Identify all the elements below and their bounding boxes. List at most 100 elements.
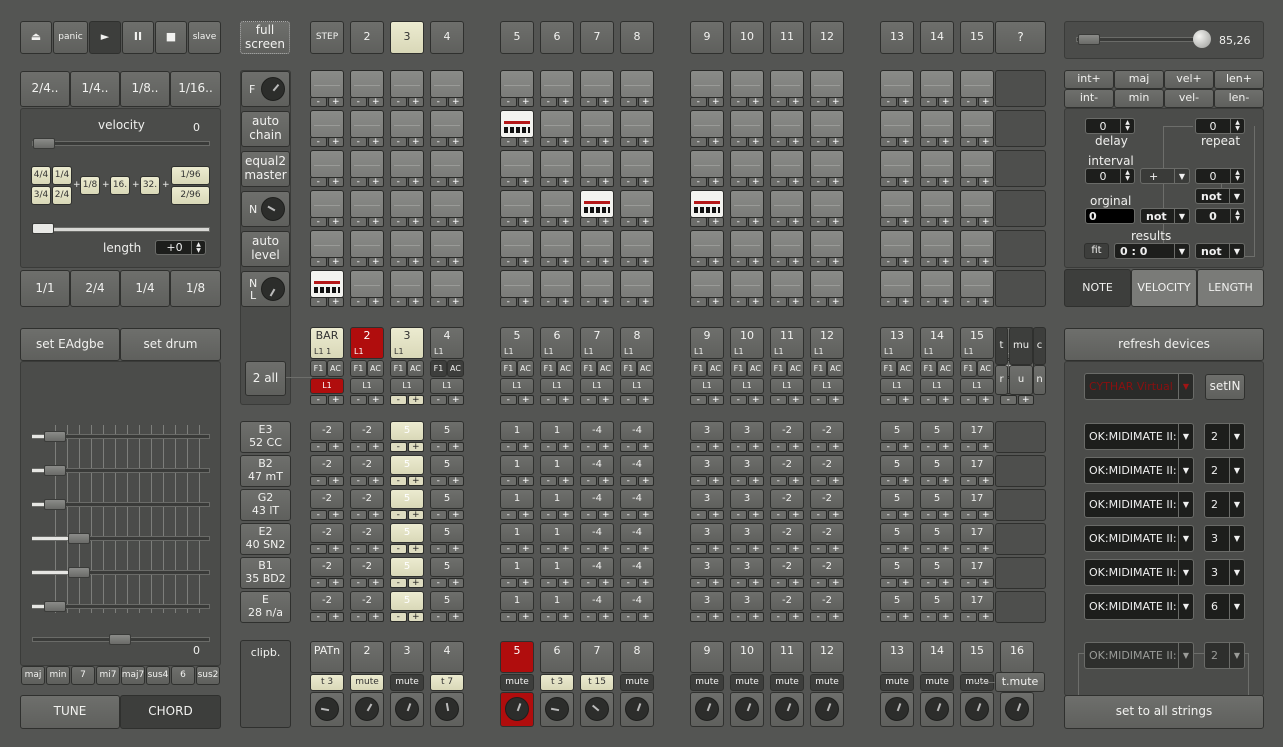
minus-button[interactable]: - bbox=[810, 257, 827, 267]
tempo-slider-thumb[interactable] bbox=[1078, 34, 1100, 45]
minus-button[interactable]: - bbox=[390, 297, 407, 307]
string-offset[interactable]: -4 bbox=[580, 557, 614, 577]
string-offset[interactable]: 5 bbox=[920, 489, 954, 509]
minus-button[interactable]: - bbox=[310, 612, 327, 622]
plus-button[interactable]: + bbox=[787, 257, 804, 267]
pattern-pad[interactable] bbox=[690, 270, 724, 298]
modifier-button[interactable]: int+ bbox=[1064, 70, 1114, 89]
string-offset[interactable]: 1 bbox=[500, 557, 534, 577]
string-offset[interactable]: 3 bbox=[730, 557, 764, 577]
string-offset[interactable]: 3 bbox=[690, 455, 724, 475]
pattern-mode[interactable]: mute bbox=[690, 674, 724, 691]
plus-button[interactable]: + bbox=[447, 442, 464, 452]
minus-button[interactable]: - bbox=[390, 612, 407, 622]
minus-button[interactable]: - bbox=[770, 578, 787, 588]
pattern-pad[interactable] bbox=[540, 270, 574, 298]
string-offset[interactable]: -4 bbox=[620, 591, 654, 611]
set-eadgbe-button[interactable]: set EAdgbe bbox=[20, 328, 120, 361]
plus-button[interactable]: + bbox=[897, 544, 914, 554]
n-knob-control[interactable]: N bbox=[241, 191, 290, 227]
string-offset[interactable]: -2 bbox=[770, 455, 804, 475]
minus-button[interactable]: - bbox=[770, 97, 787, 107]
spinner-arrows-icon[interactable]: ▲ ▼ bbox=[1230, 169, 1244, 183]
plus-button[interactable]: + bbox=[787, 395, 804, 405]
plus-button[interactable]: + bbox=[637, 137, 654, 147]
string-offset[interactable]: -2 bbox=[310, 523, 344, 543]
minus-button[interactable]: - bbox=[350, 476, 367, 486]
plus-button[interactable]: + bbox=[447, 297, 464, 307]
minus-button[interactable]: - bbox=[350, 612, 367, 622]
pattern-pad[interactable] bbox=[770, 270, 804, 298]
master-device-select[interactable]: OK:MIDIMATE II: ▼ bbox=[1084, 642, 1194, 669]
minus-button[interactable]: - bbox=[960, 297, 977, 307]
pattern-pad[interactable] bbox=[880, 70, 914, 98]
plus-button[interactable]: + bbox=[977, 257, 994, 267]
string-offset[interactable]: -2 bbox=[310, 455, 344, 475]
plus-button[interactable]: + bbox=[747, 257, 764, 267]
pattern-pad[interactable] bbox=[310, 230, 344, 258]
minus-button[interactable]: - bbox=[390, 578, 407, 588]
pattern-pad[interactable] bbox=[730, 190, 764, 218]
plus-button[interactable]: + bbox=[787, 544, 804, 554]
string-offset[interactable]: 1 bbox=[540, 489, 574, 509]
pattern-mode[interactable]: t 7 bbox=[430, 674, 464, 691]
volume-knob[interactable] bbox=[355, 697, 379, 721]
plus-button[interactable]: + bbox=[787, 476, 804, 486]
minus-button[interactable]: - bbox=[920, 510, 937, 520]
pattern-pad[interactable] bbox=[810, 270, 844, 298]
string-offset[interactable]: -2 bbox=[310, 489, 344, 509]
minus-button[interactable]: - bbox=[350, 97, 367, 107]
plus-button[interactable]: + bbox=[787, 217, 804, 227]
minus-button[interactable]: - bbox=[430, 177, 447, 187]
pattern-pad[interactable] bbox=[580, 150, 614, 178]
string-offset[interactable]: -2 bbox=[770, 421, 804, 441]
string-offset[interactable]: 17 bbox=[960, 557, 994, 577]
plus-button[interactable]: + bbox=[327, 177, 344, 187]
row-slot[interactable] bbox=[995, 190, 1046, 227]
pattern-pad[interactable] bbox=[960, 70, 994, 98]
plus-button[interactable]: + bbox=[707, 544, 724, 554]
string-device-select[interactable]: OK:MIDIMATE II: ▼ bbox=[1084, 457, 1194, 484]
f1-button[interactable]: F1 bbox=[500, 360, 517, 377]
plus-button[interactable]: + bbox=[787, 612, 804, 622]
ac-button[interactable]: AC bbox=[557, 360, 574, 377]
ac-button[interactable]: AC bbox=[937, 360, 954, 377]
minus-button[interactable]: - bbox=[540, 476, 557, 486]
plus-button[interactable]: + bbox=[707, 137, 724, 147]
string-channel-select[interactable]: 2 ▼ bbox=[1204, 457, 1245, 484]
plus-button[interactable]: + bbox=[407, 257, 424, 267]
ac-button[interactable]: AC bbox=[827, 360, 844, 377]
minus-button[interactable]: - bbox=[310, 137, 327, 147]
n-knob[interactable] bbox=[261, 197, 285, 221]
minus-button[interactable]: - bbox=[730, 257, 747, 267]
plus-button[interactable]: + bbox=[747, 578, 764, 588]
pattern-pad[interactable] bbox=[390, 150, 424, 178]
plus-button[interactable]: + bbox=[557, 510, 574, 520]
pattern-pad[interactable] bbox=[730, 270, 764, 298]
plus-button[interactable]: + bbox=[827, 297, 844, 307]
minus-button[interactable]: - bbox=[580, 578, 597, 588]
minus-button[interactable]: - bbox=[580, 612, 597, 622]
minus-button[interactable]: - bbox=[880, 297, 897, 307]
minus-button[interactable]: - bbox=[880, 257, 897, 267]
plus-button[interactable]: + bbox=[787, 137, 804, 147]
volume-knob[interactable] bbox=[315, 697, 339, 721]
string-offset[interactable]: 5 bbox=[390, 489, 424, 509]
modifier-button[interactable]: maj bbox=[1114, 70, 1164, 89]
minus-button[interactable]: - bbox=[430, 297, 447, 307]
string-slot[interactable] bbox=[995, 455, 1046, 487]
volume-knob[interactable] bbox=[545, 697, 569, 721]
pattern-pad[interactable] bbox=[620, 110, 654, 138]
plus-button[interactable]: + bbox=[367, 510, 384, 520]
minus-button[interactable]: - bbox=[580, 510, 597, 520]
string-label[interactable]: B2 47 mT bbox=[240, 455, 291, 487]
bar-button[interactable]: 5 L1 bbox=[500, 327, 534, 359]
plus-button[interactable]: + bbox=[597, 612, 614, 622]
string-offset[interactable]: 5 bbox=[880, 557, 914, 577]
plus-button[interactable]: + bbox=[707, 395, 724, 405]
ac-button[interactable]: AC bbox=[747, 360, 764, 377]
minus-button[interactable]: - bbox=[810, 395, 827, 405]
minus-button[interactable]: - bbox=[580, 297, 597, 307]
string-channel-select[interactable]: 3 ▼ bbox=[1204, 559, 1245, 586]
plus-button[interactable]: + bbox=[447, 476, 464, 486]
